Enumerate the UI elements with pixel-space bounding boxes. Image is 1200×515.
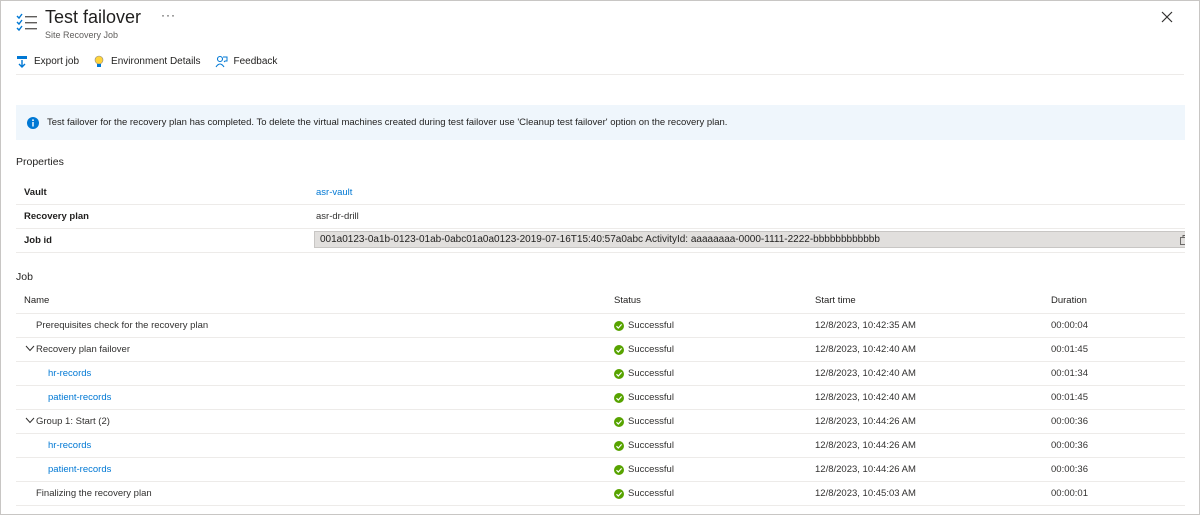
job-heading: Job — [16, 271, 33, 283]
job-id-value: 001a0123-0a1b-0123-01ab-0abc01a0a0123-20… — [320, 234, 880, 245]
status-text: Successful — [628, 320, 674, 331]
start-time: 12/8/2023, 10:42:40 AM — [815, 368, 916, 379]
export-icon — [17, 55, 27, 68]
toolbar-divider — [16, 74, 1184, 75]
vertical-scrollbar[interactable] — [1185, 1, 1199, 514]
job-blade: Test failover Site Recovery Job ··· Expo… — [0, 0, 1200, 515]
info-icon — [27, 116, 39, 129]
property-row-plan: Recovery plan asr-dr-drill — [16, 205, 1185, 229]
more-options-button[interactable]: ··· — [161, 8, 176, 22]
table-row: Recovery plan failover Successful 12/8/2… — [16, 338, 1185, 362]
start-time: 12/8/2023, 10:44:26 AM — [815, 416, 916, 427]
lightbulb-icon — [94, 55, 104, 67]
task-list-icon — [16, 13, 37, 32]
table-header: Name Status Start time Duration — [16, 291, 1185, 314]
job-id-label: Job id — [24, 235, 52, 246]
status-cell: Successful — [614, 488, 674, 499]
close-icon[interactable] — [1159, 9, 1175, 25]
recovery-plan-value: asr-dr-drill — [316, 211, 359, 222]
success-check-icon — [614, 440, 624, 451]
table-row: patient-records Successful 12/8/2023, 10… — [16, 386, 1185, 410]
task-name: Finalizing the recovery plan — [36, 488, 152, 499]
start-time: 12/8/2023, 10:44:26 AM — [815, 440, 916, 451]
feedback-button[interactable]: Feedback — [215, 55, 278, 68]
recovery-plan-label: Recovery plan — [24, 211, 89, 222]
duration: 00:00:36 — [1051, 464, 1088, 475]
duration: 00:00:04 — [1051, 320, 1088, 331]
duration: 00:01:45 — [1051, 344, 1088, 355]
chevron-down-icon[interactable] — [25, 417, 35, 424]
properties-heading: Properties — [16, 156, 64, 168]
table-row: hr-records Successful 12/8/2023, 10:42:4… — [16, 362, 1185, 386]
column-header-start-time[interactable]: Start time — [815, 295, 856, 306]
success-check-icon — [614, 368, 624, 379]
feedback-icon — [215, 55, 228, 67]
blade-header: Test failover Site Recovery Job ··· — [1, 1, 1199, 45]
info-banner-text: Test failover for the recovery plan has … — [47, 117, 728, 128]
command-bar: Export job Environment Details Feedback — [16, 52, 291, 70]
page-title: Test failover — [45, 7, 142, 27]
table-row: patient-records Successful 12/8/2023, 10… — [16, 458, 1185, 482]
duration: 00:00:36 — [1051, 440, 1088, 451]
page-subtitle: Site Recovery Job — [45, 30, 119, 40]
vault-link[interactable]: asr-vault — [316, 187, 352, 198]
status-cell: Successful — [614, 368, 674, 379]
status-cell: Successful — [614, 464, 674, 475]
property-row-vault: Vault asr-vault — [16, 181, 1185, 205]
column-header-status[interactable]: Status — [614, 295, 641, 306]
status-text: Successful — [628, 464, 674, 475]
status-cell: Successful — [614, 320, 674, 331]
success-check-icon — [614, 344, 624, 355]
property-row-jobid: Job id 001a0123-0a1b-0123-01ab-0abc01a0a… — [16, 229, 1196, 253]
export-job-label: Export job — [34, 55, 80, 67]
start-time: 12/8/2023, 10:42:40 AM — [815, 344, 916, 355]
duration: 00:00:36 — [1051, 416, 1088, 427]
task-name-link[interactable]: hr-records — [48, 368, 91, 379]
duration: 00:01:34 — [1051, 368, 1088, 379]
status-cell: Successful — [614, 416, 674, 427]
status-cell: Successful — [614, 392, 674, 403]
duration: 00:00:01 — [1051, 488, 1088, 499]
status-text: Successful — [628, 440, 674, 451]
job-table: Name Status Start time Duration Prerequi… — [16, 291, 1185, 506]
status-text: Successful — [628, 392, 674, 403]
table-row: Group 1: Start (2) Successful 12/8/2023,… — [16, 410, 1185, 434]
success-check-icon — [614, 464, 624, 475]
success-check-icon — [614, 392, 624, 403]
start-time: 12/8/2023, 10:44:26 AM — [815, 464, 916, 475]
start-time: 12/8/2023, 10:42:40 AM — [815, 392, 916, 403]
status-text: Successful — [628, 416, 674, 427]
status-text: Successful — [628, 344, 674, 355]
properties-table: Vault asr-vault Recovery plan asr-dr-dri… — [16, 181, 1196, 253]
success-check-icon — [614, 488, 624, 499]
info-banner: Test failover for the recovery plan has … — [16, 105, 1185, 140]
column-header-duration[interactable]: Duration — [1051, 295, 1087, 306]
task-name: Prerequisites check for the recovery pla… — [36, 320, 209, 331]
start-time: 12/8/2023, 10:45:03 AM — [815, 488, 916, 499]
task-name-link[interactable]: patient-records — [48, 392, 111, 403]
job-id-field[interactable]: 001a0123-0a1b-0123-01ab-0abc01a0a0123-20… — [314, 231, 1196, 248]
task-name-link[interactable]: patient-records — [48, 464, 111, 475]
table-row: Finalizing the recovery plan Successful … — [16, 482, 1185, 506]
task-name: Recovery plan failover — [36, 344, 130, 355]
status-cell: Successful — [614, 440, 674, 451]
environment-details-label: Environment Details — [111, 55, 201, 67]
success-check-icon — [614, 320, 624, 331]
status-cell: Successful — [614, 344, 674, 355]
vault-label: Vault — [24, 187, 47, 198]
column-header-name[interactable]: Name — [24, 295, 49, 306]
task-name: Group 1: Start (2) — [36, 416, 110, 427]
feedback-label: Feedback — [233, 55, 278, 67]
status-text: Successful — [628, 488, 674, 499]
chevron-down-icon[interactable] — [25, 345, 35, 352]
success-check-icon — [614, 416, 624, 427]
table-row: Prerequisites check for the recovery pla… — [16, 314, 1185, 338]
start-time: 12/8/2023, 10:42:35 AM — [815, 320, 916, 331]
task-name-link[interactable]: hr-records — [48, 440, 91, 451]
export-job-button[interactable]: Export job — [16, 55, 79, 68]
duration: 00:01:45 — [1051, 392, 1088, 403]
status-text: Successful — [628, 368, 674, 379]
table-row: hr-records Successful 12/8/2023, 10:44:2… — [16, 434, 1185, 458]
environment-details-button[interactable]: Environment Details — [93, 55, 201, 68]
